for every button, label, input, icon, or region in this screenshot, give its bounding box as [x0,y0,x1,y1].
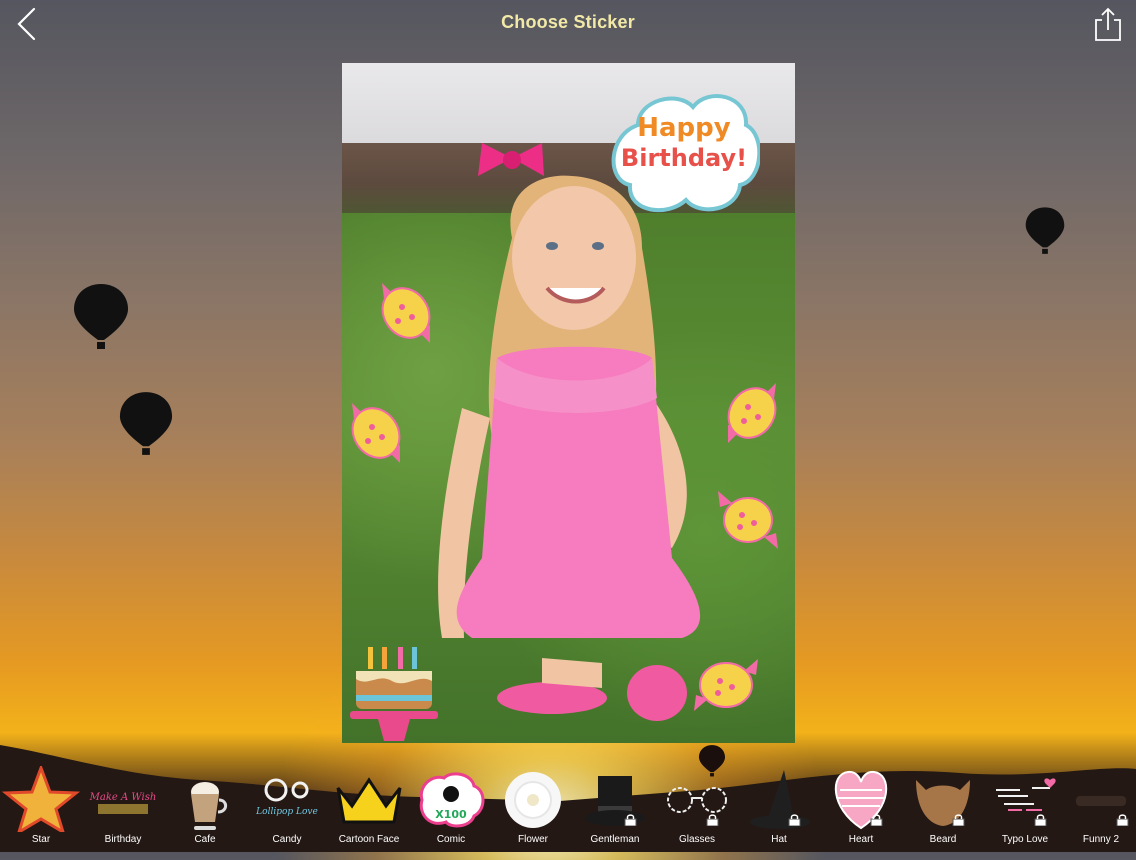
category-candy[interactable]: Lollipop Love Candy [246,764,328,852]
top-hat-icon [585,776,645,826]
coffee-cup-icon [191,782,228,830]
lock-icon [1116,814,1129,826]
category-birthday[interactable]: Make A Wish Birthday [82,764,164,852]
birthday-cake-sticker[interactable] [348,641,440,743]
heart-icon [834,770,888,830]
photo-canvas[interactable]: Happy Birthday! [342,63,795,743]
category-label: Funny 2 [1082,834,1120,845]
candy-icon [694,659,758,711]
category-label: Hat [771,834,787,845]
flower-icon [505,772,561,828]
category-label: Typo Love [1001,834,1049,845]
balloon-silhouette [1025,207,1065,254]
candy-sticker[interactable] [712,485,784,555]
crown-icon [336,777,402,824]
category-label: Glasses [678,834,716,845]
x100-text: X100 [435,808,467,821]
lollipop-icon: Lollipop Love [255,778,318,817]
star-icon [1,766,81,832]
witch-hat-icon [750,770,810,829]
lock-icon [1034,814,1047,826]
category-label: Heart [848,834,874,845]
category-label: Gentleman [590,834,640,845]
category-label: Birthday [104,834,142,845]
share-icon [1095,7,1121,41]
candy-sticker[interactable] [718,373,788,453]
category-label: Star [31,834,51,845]
category-cartoon-face[interactable]: Cartoon Face [328,764,410,852]
category-label: Cafe [194,834,216,845]
cake-icon [350,647,438,741]
category-label: Candy [272,834,302,845]
category-typo-love[interactable]: Typo Love [984,764,1066,852]
category-flower[interactable]: Flower [492,764,574,852]
balloon-silhouette [119,392,173,455]
category-label: Cartoon Face [338,834,400,845]
top-bar: Choose Sticker [0,0,1136,48]
candy-icon [718,491,778,549]
balloon-silhouette [74,284,128,349]
candy-sticker[interactable] [688,653,764,717]
make-a-wish-icon: Make A Wish [89,792,157,814]
category-heart[interactable]: Heart [820,764,902,852]
lock-icon [870,814,883,826]
category-cafe[interactable]: Cafe [164,764,246,852]
category-hat[interactable]: Hat [738,764,820,852]
category-funny-2[interactable]: Funny 2 [1066,764,1136,852]
sticker-birthday-text: Birthday! [620,144,748,172]
category-star[interactable]: Star [0,764,82,852]
candy-icon [727,383,777,443]
sticker-category-bar: Star Make A Wish Birthday Cafe Lollipop … [0,764,1136,852]
beard-icon [916,780,970,826]
lollipop-text: Lollipop Love [255,807,318,817]
candy-icon [381,283,431,343]
category-label: Flower [517,834,548,845]
category-gentleman[interactable]: Gentleman [574,764,656,852]
page-title: Choose Sticker [501,12,635,32]
category-glasses[interactable]: Glasses [656,764,738,852]
candy-sticker[interactable] [342,393,412,473]
make-a-wish-text: Make A Wish [89,792,157,803]
lock-icon [706,814,719,826]
skull-icon: X100 [419,772,485,828]
category-comic[interactable]: X100 Comic [410,764,492,852]
glasses-icon [667,787,727,813]
happy-birthday-sticker[interactable]: Happy Birthday! [608,85,762,217]
candy-icon [351,403,401,463]
category-label: Comic [436,834,466,845]
typo-love-icon [996,778,1056,811]
lock-icon [788,814,801,826]
lock-icon [624,814,637,826]
lock-icon [952,814,965,826]
category-label: Beard [929,834,957,845]
candy-sticker[interactable] [372,273,442,353]
share-button[interactable] [1092,6,1124,44]
category-beard[interactable]: Beard [902,764,984,852]
sticker-happy-text: Happy [637,113,731,143]
